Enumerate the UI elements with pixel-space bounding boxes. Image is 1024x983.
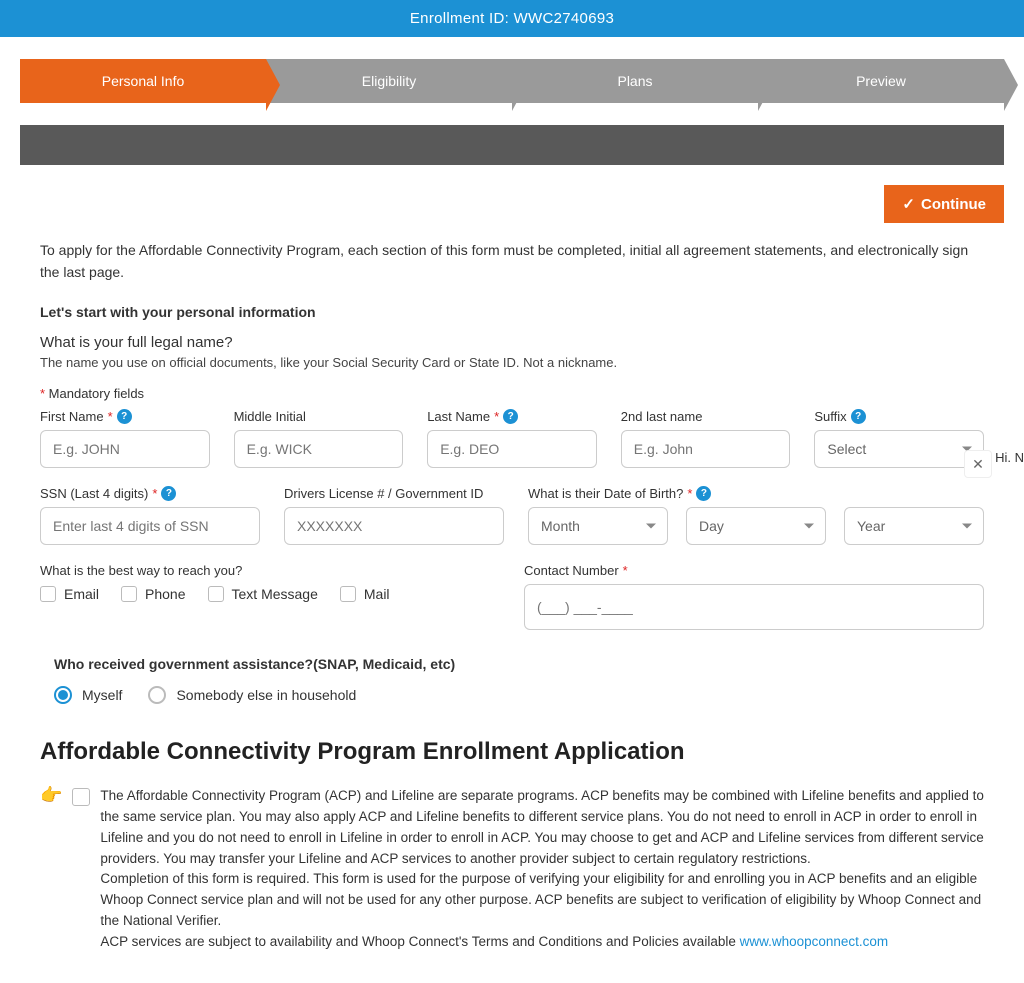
first-name-label: First Name * ? [40, 409, 210, 424]
reach-email-checkbox[interactable]: Email [40, 586, 99, 602]
dob-label: What is their Date of Birth? * ? [528, 486, 984, 501]
dob-year-select[interactable]: Year [844, 507, 984, 545]
reach-text-checkbox[interactable]: Text Message [208, 586, 318, 602]
dl-input[interactable] [284, 507, 504, 545]
enrollment-id-bar: Enrollment ID: WWC2740693 [0, 0, 1024, 37]
checkbox-icon [340, 586, 356, 602]
dob-month-select[interactable]: Month [528, 507, 668, 545]
step-eligibility[interactable]: Eligibility [266, 59, 512, 103]
ssn-input[interactable] [40, 507, 260, 545]
close-icon: ✕ [972, 456, 984, 473]
help-icon[interactable]: ? [117, 409, 132, 424]
acknowledgement-text: The Affordable Connectivity Program (ACP… [100, 786, 984, 953]
step-preview[interactable]: Preview [758, 59, 1004, 103]
radio-icon [148, 686, 166, 704]
step-personal-info[interactable]: Personal Info [20, 59, 266, 103]
help-icon[interactable]: ? [161, 486, 176, 501]
section-header-bar [20, 125, 1004, 165]
checkbox-icon [121, 586, 137, 602]
second-last-name-label: 2nd last name [621, 409, 791, 424]
dl-label: Drivers License # / Government ID [284, 486, 504, 501]
assist-myself-radio[interactable]: Myself [54, 686, 122, 704]
last-name-label: Last Name * ? [427, 409, 597, 424]
mandatory-note: * Mandatory fields [40, 386, 984, 401]
reach-label: What is the best way to reach you? [40, 563, 500, 578]
checkbox-icon [40, 586, 56, 602]
pointing-hand-icon: 👉 [40, 785, 62, 806]
reach-mail-checkbox[interactable]: Mail [340, 586, 390, 602]
second-last-name-input[interactable] [621, 430, 791, 468]
chat-close-button[interactable]: ✕ [964, 450, 992, 478]
legal-name-subtext: The name you use on official documents, … [40, 355, 984, 370]
chat-widget-text: Hi. N [995, 450, 1024, 465]
radio-icon [54, 686, 72, 704]
check-icon [902, 195, 915, 213]
enrollment-id: Enrollment ID: WWC2740693 [410, 10, 614, 27]
last-name-input[interactable] [427, 430, 597, 468]
help-icon[interactable]: ? [851, 409, 866, 424]
terms-link[interactable]: www.whoopconnect.com [740, 934, 889, 949]
ssn-label: SSN (Last 4 digits) * ? [40, 486, 260, 501]
checkbox-icon [208, 586, 224, 602]
contact-number-input[interactable] [524, 584, 984, 630]
help-icon[interactable]: ? [696, 486, 711, 501]
continue-button[interactable]: Continue [884, 185, 1004, 223]
help-icon[interactable]: ? [503, 409, 518, 424]
assistance-question: Who received government assistance?(SNAP… [54, 656, 984, 672]
section-heading: Let's start with your personal informati… [40, 304, 984, 320]
step-plans[interactable]: Plans [512, 59, 758, 103]
dob-day-select[interactable]: Day [686, 507, 826, 545]
assist-somebody-radio[interactable]: Somebody else in household [148, 686, 356, 704]
intro-text: To apply for the Affordable Connectivity… [40, 239, 984, 284]
contact-number-label: Contact Number * [524, 563, 984, 578]
suffix-select[interactable]: Select [814, 430, 984, 468]
progress-steps: Personal Info Eligibility Plans Preview [20, 59, 1004, 103]
reach-phone-checkbox[interactable]: Phone [121, 586, 185, 602]
application-title: Affordable Connectivity Program Enrollme… [40, 738, 984, 766]
middle-initial-label: Middle Initial [234, 409, 404, 424]
suffix-label: Suffix ? [814, 409, 984, 424]
legal-name-question: What is your full legal name? [40, 334, 984, 351]
middle-initial-input[interactable] [234, 430, 404, 468]
acknowledgement-checkbox[interactable] [72, 788, 90, 806]
first-name-input[interactable] [40, 430, 210, 468]
